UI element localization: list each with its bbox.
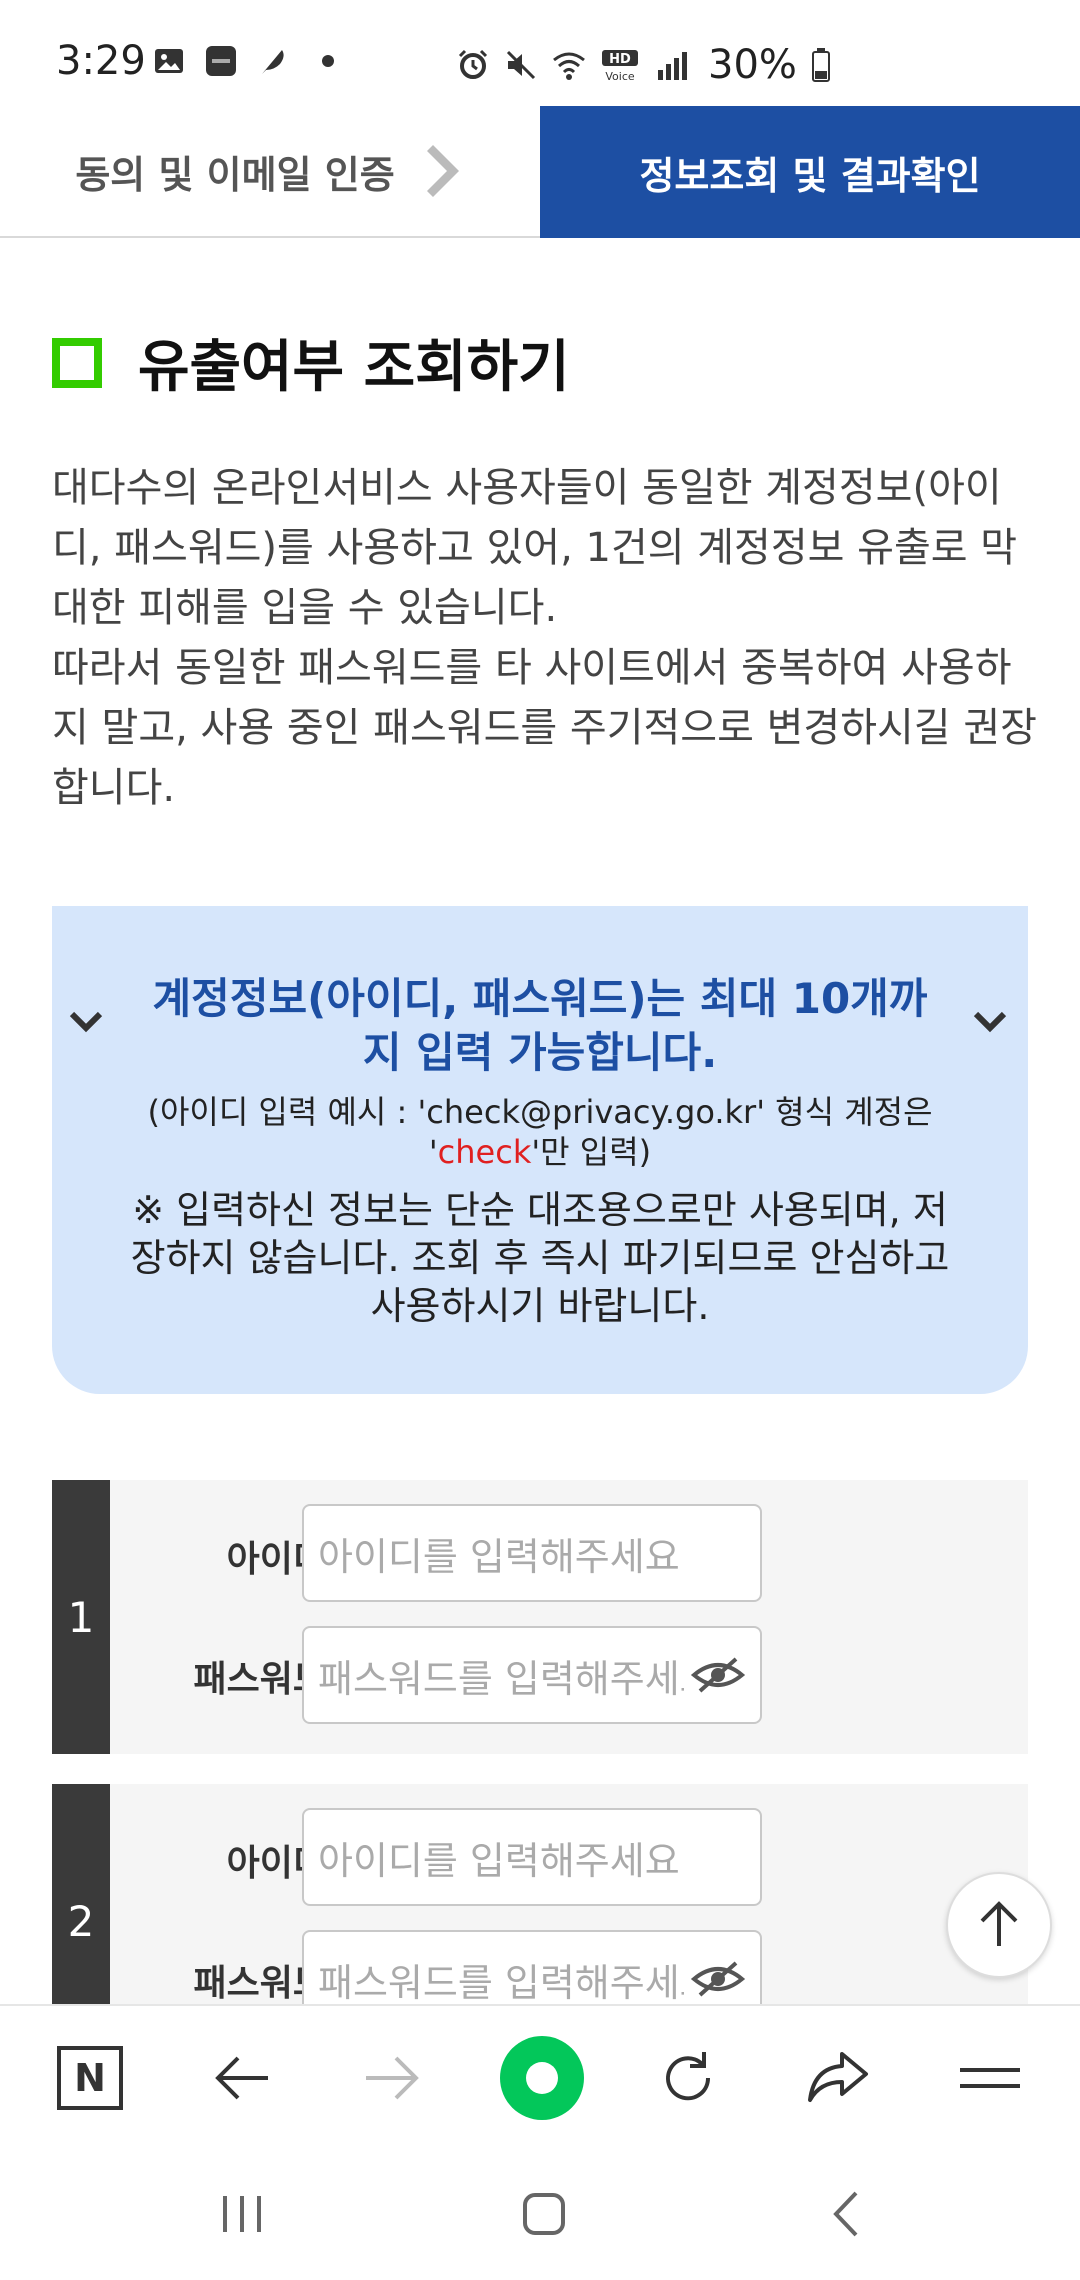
naver-n-icon: N [57, 2046, 123, 2110]
step-2-label: 정보조회 및 결과확인 [639, 153, 981, 198]
notice-box: 계정정보(아이디, 패스워드)는 최대 10개까지 입력 가능합니다. (아이디… [52, 906, 1028, 1394]
chevron-right-icon [426, 145, 459, 197]
hd-voice-icon: HD Voice [602, 50, 638, 82]
status-bar: 3:29 HD Voice 30% [0, 0, 1080, 106]
eye-off-icon[interactable] [690, 1655, 746, 1695]
password-placeholder: 패스워드를 입력해주세요 [318, 1656, 684, 1701]
mute-icon [506, 50, 536, 80]
id-placeholder: 아이디를 입력해주세요 [318, 1534, 680, 1579]
notice-title: 계정정보(아이디, 패스워드)는 최대 10개까지 입력 가능합니다. [152, 974, 928, 1077]
description: 대다수의 온라인서비스 사용자들이 동일한 계정정보(아이디, 패스워드)를 사… [52, 458, 1042, 818]
ably-icon [206, 46, 236, 76]
browser-toolbar: N [0, 2004, 1080, 2148]
notice-example-suffix: '만 입력) [531, 1133, 652, 1171]
page-title: 유출여부 조회하기 [138, 335, 570, 400]
back-arrow-icon [215, 2056, 268, 2100]
share-icon [808, 2052, 868, 2102]
system-back-button[interactable] [806, 2182, 886, 2246]
alarm-icon [458, 49, 488, 79]
home-icon [523, 2193, 565, 2235]
status-left-icons [152, 44, 334, 78]
notice-example: (아이디 입력 예시 : 'check@privacy.go.kr' 형식 계정… [142, 1092, 938, 1172]
id-input[interactable]: 아이디를 입력해주세요 [302, 1808, 762, 1906]
password-input[interactable]: 패스워드를 입력해주세요 [302, 1626, 762, 1724]
recent-apps-icon [223, 2196, 261, 2232]
notice-example-highlight: check [437, 1133, 532, 1171]
forward-arrow-icon [366, 2056, 419, 2100]
chevron-left-icon [833, 2191, 858, 2237]
naver-green-circle-icon [526, 2062, 558, 2094]
section-title: 유출여부 조회하기 [52, 322, 570, 403]
svg-text:HD: HD [609, 52, 631, 67]
svg-text:N: N [74, 2056, 106, 2100]
chevron-down-icon[interactable] [66, 1002, 106, 1042]
home-button[interactable] [504, 2182, 584, 2246]
menu-icon [960, 2068, 1020, 2088]
share-button[interactable] [798, 2038, 878, 2118]
arrow-up-icon [980, 1901, 1018, 1946]
step-email-verification[interactable]: 동의 및 이메일 인증 [0, 106, 540, 236]
description-paragraph-1: 대다수의 온라인서비스 사용자들이 동일한 계정정보(아이디, 패스워드)를 사… [52, 465, 1018, 631]
chevron-down-icon[interactable] [970, 1002, 1010, 1042]
eye-off-icon[interactable] [690, 1959, 746, 1999]
dot-icon [322, 55, 334, 67]
account-row: 1 아이디 아이디를 입력해주세요 패스워드 패스워드를 입력해주세요 [52, 1480, 1028, 1754]
menu-button[interactable] [950, 2038, 1030, 2118]
wifi-icon [553, 52, 585, 80]
green-square-icon [52, 337, 102, 388]
password-label: 패스워드 [193, 1963, 326, 2004]
id-input[interactable]: 아이디를 입력해주세요 [302, 1504, 762, 1602]
naver-green-button[interactable] [500, 2036, 584, 2120]
feather-icon [262, 50, 284, 74]
forward-button[interactable] [352, 2038, 432, 2118]
signal-icon [658, 52, 687, 80]
battery-icon [811, 48, 830, 82]
battery-percent: 30% [708, 42, 797, 88]
reload-button[interactable] [648, 2038, 728, 2118]
recent-apps-button[interactable] [202, 2182, 282, 2246]
description-paragraph-2: 따라서 동일한 패스워드를 타 사이트에서 중복하여 사용하지 말고, 사용 중… [52, 645, 1037, 811]
id-placeholder: 아이디를 입력해주세요 [318, 1838, 680, 1883]
id-label: 아이디 [226, 1843, 326, 1884]
step-1-label: 동의 및 이메일 인증 [75, 152, 395, 197]
password-placeholder: 패스워드를 입력해주세요 [318, 1960, 684, 2005]
step-lookup-results[interactable]: 정보조회 및 결과확인 [540, 106, 1080, 238]
account-number: 1 [52, 1480, 110, 1754]
back-button[interactable] [202, 2038, 282, 2118]
svg-text:Voice: Voice [605, 70, 635, 82]
password-label: 패스워드 [193, 1659, 326, 1700]
gallery-icon [155, 49, 183, 73]
scroll-top-button[interactable] [946, 1872, 1052, 1978]
notice-warning: ※ 입력하신 정보는 단순 대조용으로만 사용되며, 저장하지 않습니다. 조회… [130, 1188, 950, 1328]
status-time: 3:29 [56, 38, 146, 84]
status-right-icons: HD Voice 30% [456, 42, 831, 88]
reload-icon [666, 2052, 711, 2101]
step-tabs: 동의 및 이메일 인증 정보조회 및 결과확인 [0, 106, 1080, 238]
system-navigation [0, 2148, 1080, 2280]
id-label: 아이디 [226, 1539, 326, 1580]
naver-home-button[interactable]: N [50, 2038, 130, 2118]
